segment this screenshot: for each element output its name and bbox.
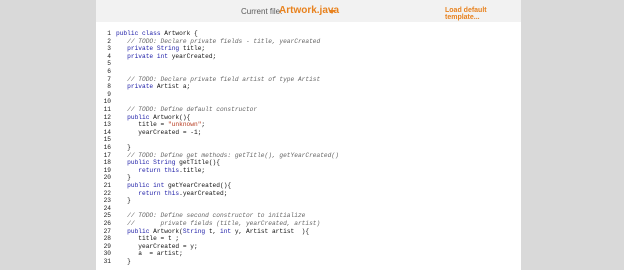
line-number: 31 bbox=[103, 258, 111, 265]
left-margin bbox=[0, 0, 96, 270]
right-margin bbox=[521, 0, 624, 270]
chevron-down-icon[interactable] bbox=[329, 10, 335, 14]
editor-panel: Current file: Artwork.java Load default … bbox=[96, 0, 521, 270]
code-editor[interactable]: 1 public class Artwork {2 // TODO: Declar… bbox=[96, 22, 521, 270]
editor-toolbar: Current file: Artwork.java Load default … bbox=[96, 0, 521, 23]
code-line: 31 } bbox=[96, 258, 521, 266]
current-file-label: Current file: bbox=[241, 7, 283, 16]
line-code: } bbox=[116, 258, 131, 265]
load-default-template-button[interactable]: Load default template... bbox=[445, 7, 521, 21]
